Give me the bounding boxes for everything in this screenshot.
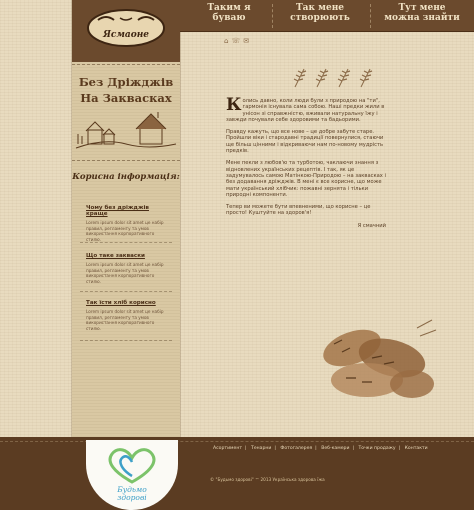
logo-text: Ясмаоне <box>102 30 149 40</box>
footer-link[interactable]: Асортимент <box>213 446 242 451</box>
article-item[interactable]: Так їсти хліб корисно Lorem ipsum dolor … <box>86 300 168 331</box>
nav-item-locations[interactable]: Тут мене можна знайти <box>376 3 468 23</box>
article-desc: Lorem ipsum dolor sit amet це набір прав… <box>86 262 164 284</box>
divider <box>80 242 172 243</box>
slogan-line: На Заквасках <box>80 91 172 105</box>
divider <box>80 291 172 292</box>
paragraph-text: олись давно, коли люди були з природою н… <box>226 98 385 123</box>
article-item[interactable]: Що таке закваски Lorem ipsum dolor sit a… <box>86 253 168 284</box>
village-illustration <box>75 112 177 149</box>
icon-row: ⌂☏✉ <box>224 37 252 45</box>
logo-area: Ясмаоне <box>72 0 180 62</box>
slogan-line: Без Дріжджів <box>78 75 174 89</box>
divider <box>80 340 172 341</box>
nav-label: буваю <box>212 13 246 23</box>
badge-text: Будьмо здорові <box>86 486 178 502</box>
footer-link[interactable]: Контакти <box>405 446 428 451</box>
article-item[interactable]: Чому без дріжджів краще Lorem ipsum dolo… <box>86 205 168 242</box>
mail-icon[interactable]: ✉ <box>243 37 252 45</box>
signature: Я смачний <box>357 222 386 229</box>
dropcap: К <box>226 95 242 115</box>
paragraph: Колись давно, коли люди були з природою … <box>226 95 386 123</box>
nav-label: Таким я <box>207 3 251 13</box>
sidebar: Ясмаоне Без Дріжджів На Заквасках Корисн… <box>72 0 180 440</box>
footer-menu: Асортимент | Тенарни | Фотогалерея | Веб-ка… <box>213 446 428 451</box>
main-content: Колись давно, коли люди були з природою … <box>226 95 386 229</box>
nav-label: можна знайти <box>384 13 460 23</box>
heart-logo-icon <box>108 448 156 484</box>
slogan: Без Дріжджів На Заквасках <box>72 74 180 106</box>
nav-item-production[interactable]: Так мене створюють <box>280 3 360 23</box>
article-desc: Lorem ipsum dolor sit amet це набір прав… <box>86 220 164 242</box>
paragraph: Тепер ви можете бути впевненими, що кори… <box>226 204 371 217</box>
top-nav: Таким я буваю Так мене створюють Тут мен… <box>180 0 474 32</box>
article-desc: Lorem ipsum dolor sit amet це набір прав… <box>86 309 164 331</box>
wheat-icon <box>315 68 329 88</box>
page: Ясмаоне Без Дріжджів На Заквасках Корисн… <box>0 0 474 510</box>
wheat-icon <box>359 68 373 88</box>
nav-item-about[interactable]: Таким я буваю <box>194 3 264 23</box>
nav-divider <box>272 4 273 28</box>
divider <box>72 64 180 65</box>
footer-link[interactable]: Веб-камери <box>321 446 349 451</box>
copyright: © "Будьмо здорові" ™ 2013 Українська здо… <box>210 477 325 482</box>
footer-link[interactable]: Фотогалерея <box>280 446 312 451</box>
nav-divider <box>370 4 371 28</box>
wheat-icon <box>337 68 351 88</box>
logo[interactable]: Ясмаоне <box>84 6 168 48</box>
phone-icon[interactable]: ☏ <box>231 37 243 45</box>
nav-label: створюють <box>290 13 350 23</box>
footer-divider <box>0 441 474 442</box>
footer-link[interactable]: Точки продажу <box>358 446 395 451</box>
paragraph: Правду кажуть, що все нове – це добре за… <box>226 129 384 155</box>
brand-badge[interactable]: Будьмо здорові <box>86 440 178 510</box>
info-title: Корисна інформація: <box>72 172 180 182</box>
wheat-icon <box>293 68 307 88</box>
paragraph: Мене пекли з любов'ю та турботою, чаклаю… <box>226 160 386 198</box>
bread-illustration <box>323 319 437 398</box>
footer-link[interactable]: Тенарни <box>251 446 271 451</box>
article-title[interactable]: Що таке закваски <box>86 253 168 259</box>
nav-label: Так мене <box>295 3 345 13</box>
divider <box>72 160 180 161</box>
badge-text-line: здорові <box>117 493 147 502</box>
article-title[interactable]: Чому без дріжджів краще <box>86 205 168 217</box>
nav-label: Тут мене <box>398 3 446 13</box>
article-title[interactable]: Так їсти хліб корисно <box>86 300 168 306</box>
